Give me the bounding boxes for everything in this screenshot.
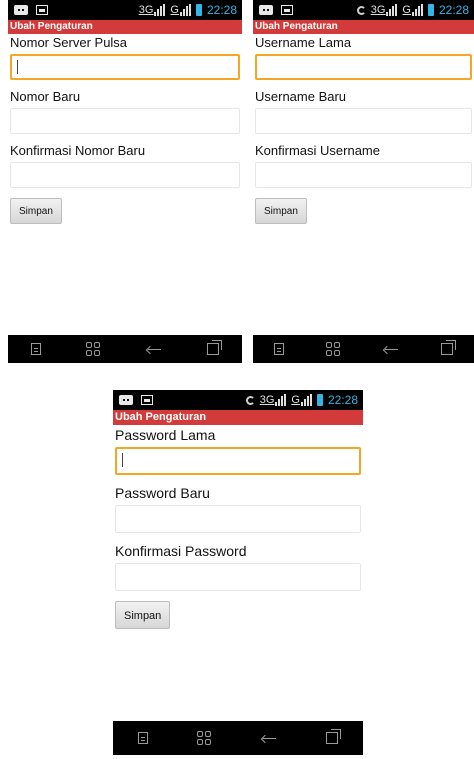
text-caret: [17, 60, 18, 74]
signal-3g-icon: 3G: [371, 4, 398, 16]
recent-apps-icon[interactable]: [326, 729, 342, 744]
recent-apps-icon[interactable]: [207, 340, 223, 355]
network-type-label: 3G: [370, 4, 386, 16]
message-icon: [259, 5, 273, 15]
network-type-label: 3G: [259, 394, 275, 406]
apps-icon[interactable]: [326, 342, 341, 356]
field-label: Nomor Baru: [10, 89, 81, 104]
server-number-input[interactable]: [10, 54, 240, 80]
confirm-number-input[interactable]: [10, 162, 240, 188]
old-username-input[interactable]: [255, 54, 472, 80]
old-password-input[interactable]: [115, 447, 361, 475]
image-icon: [281, 5, 293, 15]
navigation-bar: [253, 335, 474, 363]
new-number-input[interactable]: [10, 108, 240, 134]
menu-icon[interactable]: [137, 732, 148, 744]
signal-g-icon: G: [291, 394, 312, 406]
phone-screen-password: 3G G 22:28 Ubah Pengaturan Password Lama…: [113, 390, 363, 759]
back-icon[interactable]: [261, 732, 277, 744]
app-title-bar: Ubah Pengaturan: [253, 20, 474, 34]
network-type-label: G: [402, 4, 411, 16]
apps-icon[interactable]: [197, 731, 212, 745]
field-label: Username Lama: [255, 35, 352, 50]
back-icon[interactable]: [383, 343, 399, 355]
field-label: Password Lama: [115, 427, 216, 443]
image-icon: [36, 5, 48, 15]
menu-icon[interactable]: [30, 343, 41, 355]
phone-screen-server-number: 3G G 22:28 Ubah Pengaturan Nomor Server …: [8, 0, 242, 363]
save-button[interactable]: Simpan: [10, 198, 62, 224]
settings-form: Username Lama Username Baru Konfirmasi U…: [253, 34, 474, 224]
field-label: Password Baru: [115, 485, 210, 501]
new-password-input[interactable]: [115, 505, 361, 533]
image-icon: [141, 395, 153, 405]
menu-icon[interactable]: [274, 343, 285, 355]
signal-3g-icon: 3G: [260, 394, 287, 406]
settings-form: Nomor Server Pulsa Nomor Baru Konfirmasi…: [8, 34, 242, 224]
recent-apps-icon[interactable]: [440, 340, 456, 355]
status-time: 22:28: [206, 3, 237, 17]
network-type-label: G: [170, 4, 179, 16]
app-title-bar: Ubah Pengaturan: [8, 20, 242, 34]
battery-icon: [316, 394, 323, 406]
settings-form: Password Lama Password Baru Konfirmasi P…: [113, 425, 363, 629]
network-type-label: G: [291, 394, 300, 406]
field-label: Username Baru: [255, 89, 347, 104]
message-icon: [119, 395, 133, 405]
field-label: Konfirmasi Password: [115, 543, 247, 559]
text-caret: [122, 453, 123, 467]
app-title-bar: Ubah Pengaturan: [113, 410, 363, 425]
status-bar: 3G G 22:28: [113, 390, 363, 410]
save-button[interactable]: Simpan: [115, 601, 171, 629]
sync-icon: [356, 5, 366, 15]
status-time: 22:28: [438, 3, 469, 17]
new-username-input[interactable]: [255, 108, 472, 134]
status-bar: 3G G 22:28: [8, 0, 242, 20]
status-bar: 3G G 22:28: [253, 0, 474, 20]
message-icon: [14, 5, 28, 15]
status-time: 22:28: [327, 393, 358, 407]
network-type-label: 3G: [138, 4, 154, 16]
field-label: Konfirmasi Nomor Baru: [10, 143, 146, 158]
confirm-password-input[interactable]: [115, 563, 361, 591]
signal-3g-icon: 3G: [139, 4, 166, 16]
signal-g-icon: G: [402, 4, 423, 16]
battery-icon: [427, 4, 434, 16]
back-icon[interactable]: [146, 343, 162, 355]
field-label: Nomor Server Pulsa: [10, 35, 128, 50]
confirm-username-input[interactable]: [255, 162, 472, 188]
navigation-bar: [8, 335, 242, 363]
phone-screen-username: 3G G 22:28 Ubah Pengaturan Username Lama…: [253, 0, 474, 363]
apps-icon[interactable]: [86, 342, 101, 356]
battery-icon: [195, 4, 202, 16]
sync-icon: [245, 395, 255, 405]
save-button[interactable]: Simpan: [255, 198, 307, 224]
signal-g-icon: G: [170, 4, 191, 16]
field-label: Konfirmasi Username: [255, 143, 380, 158]
navigation-bar: [113, 721, 363, 755]
